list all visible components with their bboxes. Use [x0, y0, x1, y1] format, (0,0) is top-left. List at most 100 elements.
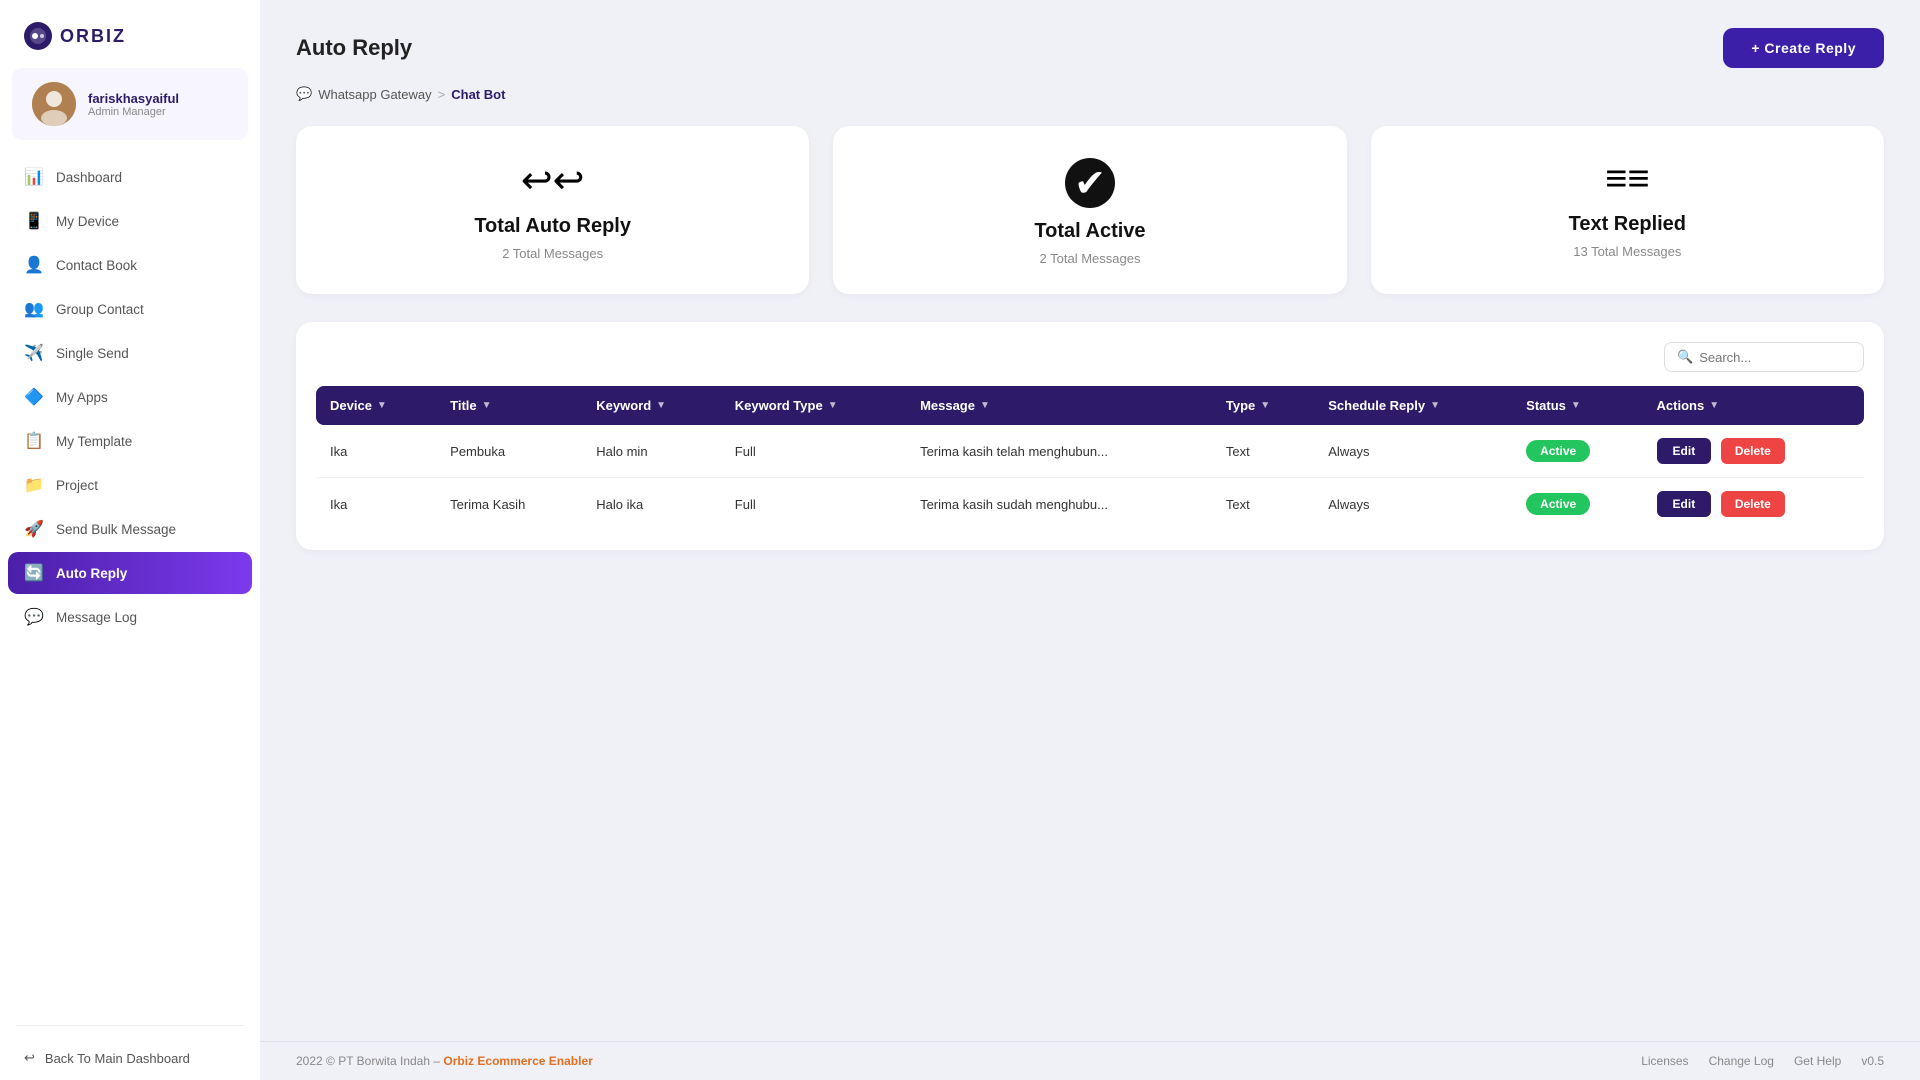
logo-icon [24, 22, 52, 50]
sidebar-item-label: My Template [56, 434, 132, 449]
logo-text: ORBIZ [60, 26, 126, 47]
sidebar: ORBIZ fariskhasyaiful Admin Manager 📊 Da… [0, 0, 260, 1080]
sidebar-nav: 📊 Dashboard📱 My Device👤 Contact Book👥 Gr… [0, 156, 260, 1015]
table-row: IkaTerima KasihHalo ikaFullTerima kasih … [316, 478, 1864, 531]
filter-icon[interactable]: ▼ [1430, 400, 1440, 411]
create-reply-button[interactable]: + Create Reply [1723, 28, 1884, 68]
back-icon: ↩ [24, 1050, 35, 1066]
sidebar-item-my-template[interactable]: 📋 My Template [8, 420, 252, 462]
breadcrumb-parent[interactable]: Whatsapp Gateway [318, 87, 431, 102]
stat-sub-2: 13 Total Messages [1573, 244, 1681, 259]
send-bulk-message-icon: 🚀 [24, 519, 44, 539]
filter-icon[interactable]: ▼ [1571, 400, 1581, 411]
footer: 2022 © PT Borwita Indah – Orbiz Ecommerc… [260, 1041, 1920, 1080]
sidebar-item-auto-reply[interactable]: 🔄 Auto Reply [8, 552, 252, 594]
table-toolbar: 🔍 [316, 342, 1864, 372]
contact-book-icon: 👤 [24, 255, 44, 275]
search-input[interactable] [1699, 350, 1851, 365]
edit-button-row-1[interactable]: Edit [1657, 491, 1712, 517]
sidebar-item-label: Contact Book [56, 258, 137, 273]
col-title: Title▼ [436, 386, 582, 425]
table-body: IkaPembukaHalo minFullTerima kasih telah… [316, 425, 1864, 530]
delete-button-row-1[interactable]: Delete [1721, 491, 1785, 517]
stat-title-0: Total Auto Reply [474, 215, 631, 238]
my-template-icon: 📋 [24, 431, 44, 451]
search-icon: 🔍 [1677, 349, 1693, 365]
sidebar-item-label: My Apps [56, 390, 108, 405]
stat-icon-2: ≡≡ [1605, 158, 1649, 201]
sidebar-item-dashboard[interactable]: 📊 Dashboard [8, 156, 252, 198]
cell-6-row-0: Always [1314, 425, 1512, 478]
stat-sub-1: 2 Total Messages [1040, 251, 1141, 266]
stat-cards: ↩↩ Total Auto Reply 2 Total Messages✔ To… [296, 126, 1884, 294]
cell-2-row-1: Halo ika [582, 478, 721, 531]
sidebar-item-contact-book[interactable]: 👤 Contact Book [8, 244, 252, 286]
whatsapp-icon: 💬 [296, 86, 312, 102]
col-status: Status▼ [1512, 386, 1642, 425]
sidebar-item-label: Message Log [56, 610, 137, 625]
filter-icon[interactable]: ▼ [980, 400, 990, 411]
footer-copyright: 2022 © PT Borwita Indah – Orbiz Ecommerc… [296, 1054, 593, 1068]
col-keyword: Keyword▼ [582, 386, 721, 425]
footer-link-change-log[interactable]: Change Log [1709, 1054, 1774, 1068]
sidebar-item-my-apps[interactable]: 🔷 My Apps [8, 376, 252, 418]
cell-3-row-0: Full [721, 425, 906, 478]
status-badge: Active [1526, 440, 1590, 462]
dashboard-icon: 📊 [24, 167, 44, 187]
stat-card-2: ≡≡ Text Replied 13 Total Messages [1371, 126, 1884, 294]
sidebar-item-project[interactable]: 📁 Project [8, 464, 252, 506]
auto-reply-table: Device▼Title▼Keyword▼Keyword Type▼Messag… [316, 386, 1864, 530]
filter-icon[interactable]: ▼ [482, 400, 492, 411]
logo: ORBIZ [0, 0, 260, 68]
table-section: 🔍 Device▼Title▼Keyword▼Keyword Type▼Mess… [296, 322, 1884, 550]
delete-button-row-0[interactable]: Delete [1721, 438, 1785, 464]
col-device: Device▼ [316, 386, 436, 425]
stat-title-2: Text Replied [1569, 213, 1686, 236]
stat-sub-0: 2 Total Messages [502, 246, 603, 261]
edit-button-row-0[interactable]: Edit [1657, 438, 1712, 464]
actions-cell-row-0: Edit Delete [1643, 425, 1864, 478]
status-cell-row-0: Active [1512, 425, 1642, 478]
breadcrumb-current: Chat Bot [451, 87, 505, 102]
footer-links: Licenses Change Log Get Help v0.5 [1641, 1054, 1884, 1068]
filter-icon[interactable]: ▼ [1260, 400, 1270, 411]
stat-card-1: ✔ Total Active 2 Total Messages [833, 126, 1346, 294]
col-keyword-type: Keyword Type▼ [721, 386, 906, 425]
filter-icon[interactable]: ▼ [656, 400, 666, 411]
sidebar-item-message-log[interactable]: 💬 Message Log [8, 596, 252, 638]
filter-icon[interactable]: ▼ [828, 400, 838, 411]
project-icon: 📁 [24, 475, 44, 495]
search-box[interactable]: 🔍 [1664, 342, 1864, 372]
stat-title-1: Total Active [1034, 220, 1145, 243]
status-badge: Active [1526, 493, 1590, 515]
breadcrumb-separator: > [438, 87, 446, 102]
cell-6-row-1: Always [1314, 478, 1512, 531]
stat-icon-0: ↩↩ [521, 158, 585, 203]
cell-3-row-1: Full [721, 478, 906, 531]
sidebar-item-label: Project [56, 478, 98, 493]
sidebar-item-group-contact[interactable]: 👥 Group Contact [8, 288, 252, 330]
sidebar-item-my-device[interactable]: 📱 My Device [8, 200, 252, 242]
footer-link-get-help[interactable]: Get Help [1794, 1054, 1841, 1068]
user-profile: fariskhasyaiful Admin Manager [12, 68, 248, 140]
sidebar-item-label: My Device [56, 214, 119, 229]
footer-link-licenses[interactable]: Licenses [1641, 1054, 1688, 1068]
user-name: fariskhasyaiful [88, 91, 179, 106]
filter-icon[interactable]: ▼ [377, 400, 387, 411]
copyright-text: 2022 © PT Borwita Indah – [296, 1054, 440, 1068]
page-title: Auto Reply [296, 35, 412, 61]
filter-icon[interactable]: ▼ [1709, 400, 1719, 411]
sidebar-item-label: Dashboard [56, 170, 122, 185]
cell-4-row-1: Terima kasih sudah menghubu... [906, 478, 1212, 531]
group-contact-icon: 👥 [24, 299, 44, 319]
stat-icon-1: ✔ [1065, 158, 1115, 208]
sidebar-item-label: Single Send [56, 346, 129, 361]
footer-version: v0.5 [1861, 1054, 1884, 1068]
cell-2-row-0: Halo min [582, 425, 721, 478]
sidebar-item-send-bulk-message[interactable]: 🚀 Send Bulk Message [8, 508, 252, 550]
table-header: Device▼Title▼Keyword▼Keyword Type▼Messag… [316, 386, 1864, 425]
col-message: Message▼ [906, 386, 1212, 425]
sidebar-item-single-send[interactable]: ✈️ Single Send [8, 332, 252, 374]
cell-5-row-0: Text [1212, 425, 1314, 478]
back-to-main[interactable]: ↩ Back To Main Dashboard [0, 1036, 260, 1080]
